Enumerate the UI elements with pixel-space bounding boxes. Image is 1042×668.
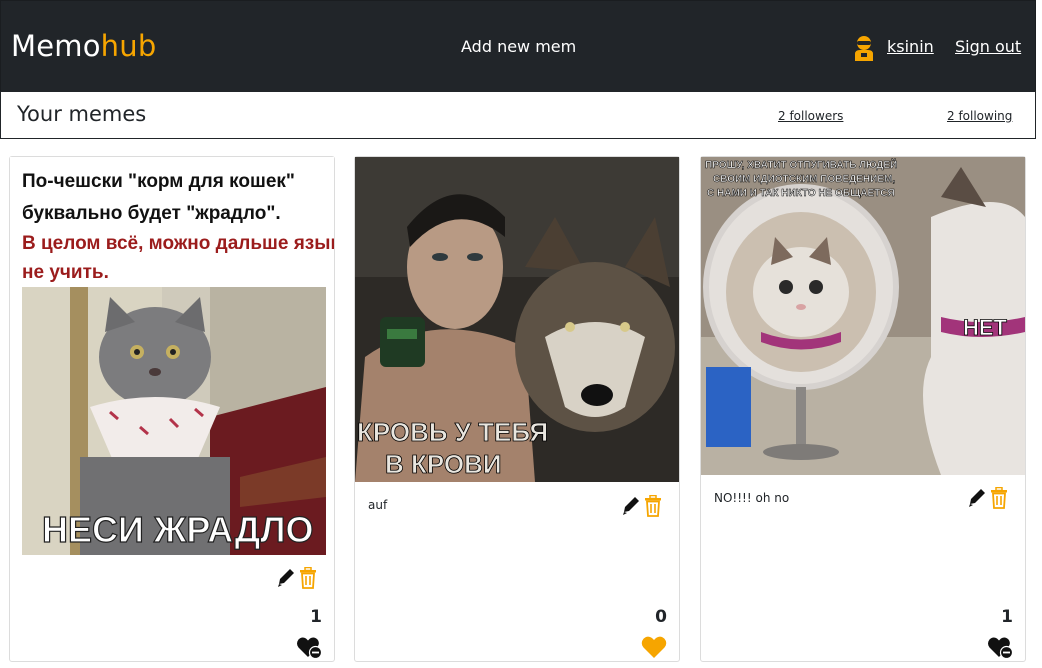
brand-logo[interactable]: Memohub xyxy=(11,28,156,64)
meme-image-text: По-чешски "корм для кошек" xyxy=(22,171,295,192)
likes-count: 0 xyxy=(655,607,667,627)
like-heart-icon[interactable] xyxy=(641,635,667,659)
unlike-heart-icon[interactable] xyxy=(987,635,1013,659)
page-title: Your memes xyxy=(17,102,147,126)
meme-image-text: С НАМИ И ТАК НИКТО НЕ ОБЩАЕТСЯ xyxy=(707,188,895,199)
meme-image-text: буквально будет "жрадло". xyxy=(22,203,281,224)
navbar: Memohub Add new mem ksinin Sign out xyxy=(0,0,1036,92)
meme-image-text: ПРОШУ, ХВАТИТ ОТПУГИВАТЬ ЛЮДЕЙ xyxy=(705,158,897,171)
brand-logo-memo: Memo xyxy=(11,29,101,63)
unlike-heart-icon[interactable] xyxy=(296,635,322,659)
username-link[interactable]: ksinin xyxy=(887,37,934,57)
meme-image-text: В КРОВИ xyxy=(385,449,502,479)
meme-card: КРОВЬ У ТЕБЯ В КРОВИ auf 0 xyxy=(354,156,680,662)
brand-logo-hub: hub xyxy=(100,29,157,63)
meme-image-art: По-чешски "корм для кошек" буквально буд… xyxy=(10,157,334,557)
meme-card: По-чешски "корм для кошек" буквально буд… xyxy=(9,156,335,662)
trash-icon[interactable] xyxy=(643,495,663,517)
followers-link[interactable]: 2 followers xyxy=(778,108,843,124)
meme-image-text: НЕСИ ЖРАДЛО xyxy=(42,509,314,550)
meme-image-art: ПРОШУ, ХВАТИТ ОТПУГИВАТЬ ЛЮДЕЙ СВОИМ ИДИ… xyxy=(701,157,1025,475)
edit-icon[interactable] xyxy=(967,487,987,509)
trash-icon[interactable] xyxy=(298,567,318,589)
meme-image[interactable]: По-чешски "корм для кошек" буквально буд… xyxy=(10,157,334,557)
user-avatar-icon xyxy=(855,36,873,61)
profile-subheader: Your memes 2 followers 2 following xyxy=(0,91,1036,139)
edit-icon[interactable] xyxy=(276,567,296,589)
trash-icon[interactable] xyxy=(989,487,1009,509)
meme-image-art: КРОВЬ У ТЕБЯ В КРОВИ xyxy=(355,157,679,482)
add-new-meme-link[interactable]: Add new mem xyxy=(461,37,576,57)
meme-caption: auf xyxy=(368,498,388,512)
meme-image-text: не учить. xyxy=(22,262,109,283)
likes-count: 1 xyxy=(310,607,322,627)
meme-image[interactable]: КРОВЬ У ТЕБЯ В КРОВИ xyxy=(355,157,679,482)
likes-count: 1 xyxy=(1001,607,1013,627)
meme-image-text: НЕТ xyxy=(963,315,1008,340)
meme-image[interactable]: ПРОШУ, ХВАТИТ ОТПУГИВАТЬ ЛЮДЕЙ СВОИМ ИДИ… xyxy=(701,157,1025,475)
meme-card: ПРОШУ, ХВАТИТ ОТПУГИВАТЬ ЛЮДЕЙ СВОИМ ИДИ… xyxy=(700,156,1026,662)
meme-caption: NO!!!! oh no xyxy=(714,491,790,505)
meme-image-text: В целом всё, можно дальше язык xyxy=(22,233,334,254)
edit-icon[interactable] xyxy=(621,495,641,517)
signout-link[interactable]: Sign out xyxy=(955,37,1021,57)
following-link[interactable]: 2 following xyxy=(947,108,1012,124)
meme-image-text: КРОВЬ У ТЕБЯ xyxy=(357,417,548,447)
meme-image-text: СВОИМ ИДИОТСКИМ ПОВЕДЕНИЕМ, xyxy=(713,174,895,185)
